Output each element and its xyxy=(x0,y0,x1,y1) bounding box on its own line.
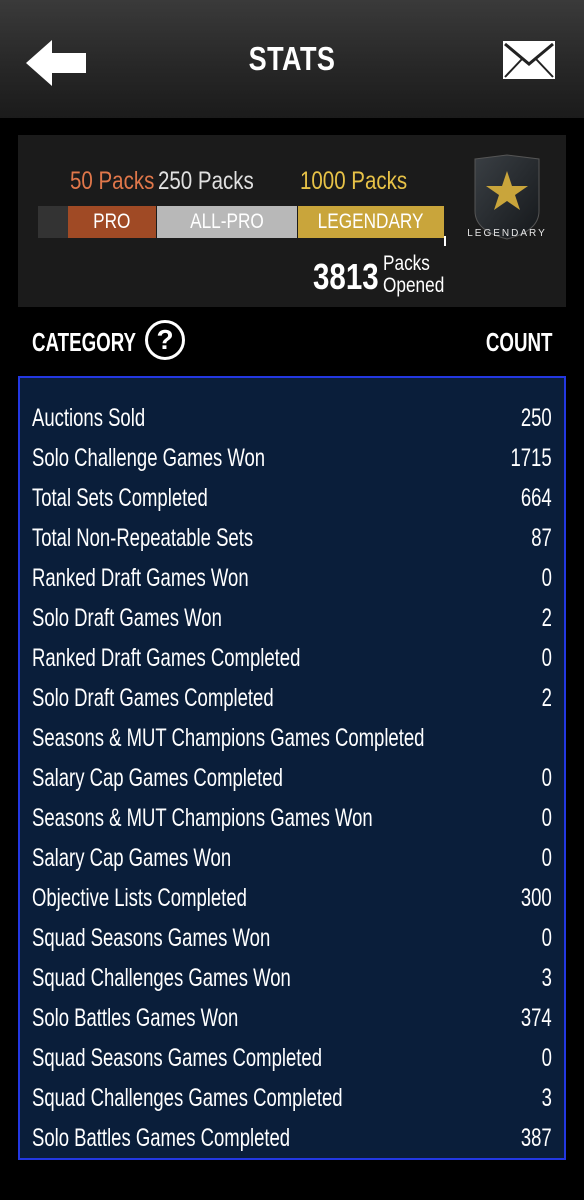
table-row: Solo Challenge Games Won 1715 xyxy=(20,438,564,478)
row-count: 387 xyxy=(521,1123,552,1152)
table-row: Solo Battles Games Completed 387 xyxy=(20,1118,564,1158)
table-row: Ranked Draft Games Completed 0 xyxy=(20,638,564,678)
row-count: 0 xyxy=(541,563,552,592)
progress-bar-allpro: ALL-PRO xyxy=(157,206,297,238)
table-row: Ranked Draft Games Won 0 xyxy=(20,558,564,598)
table-row: Seasons & MUT Champions Games Won 0 xyxy=(20,798,564,838)
count-column-header: COUNT xyxy=(485,327,552,357)
mail-button[interactable] xyxy=(502,40,556,80)
row-count: 2 xyxy=(541,603,552,632)
table-row: Solo Draft Games Won 2 xyxy=(20,598,564,638)
progress-bar-legendary: LEGENDARY xyxy=(298,206,444,238)
row-category: Squad Challenges Games Completed xyxy=(32,1083,343,1112)
progress-bar-pro: PRO xyxy=(68,206,156,238)
tier-allpro-packs-label: 250 Packs xyxy=(158,167,254,195)
row-category: Total Sets Completed xyxy=(32,483,208,512)
row-category: Objective Lists Completed xyxy=(32,883,247,912)
table-row: Squad Challenges Games Completed 3 xyxy=(20,1078,564,1118)
row-category: Solo Battles Games Completed xyxy=(32,1123,291,1152)
row-count: 87 xyxy=(531,523,552,552)
row-category: Ranked Draft Games Completed xyxy=(32,643,301,672)
row-count: 0 xyxy=(541,763,552,792)
pack-progress-panel: 50 Packs 250 Packs 1000 Packs PRO ALL-PR… xyxy=(18,135,566,307)
row-count: 0 xyxy=(541,843,552,872)
table-row: Objective Lists Completed 300 xyxy=(20,878,564,918)
table-row: Total Non-Repeatable Sets 87 xyxy=(20,518,564,558)
row-category: Ranked Draft Games Won xyxy=(32,563,249,592)
tier-pro-packs-label: 50 Packs xyxy=(70,167,155,195)
page-title: STATS xyxy=(248,40,336,77)
row-count: 0 xyxy=(541,923,552,952)
row-count: 3 xyxy=(541,1083,552,1112)
row-count: 300 xyxy=(521,883,552,912)
packs-opened-label-line2: Opened xyxy=(383,274,445,297)
row-count: 0 xyxy=(541,1043,552,1072)
row-category: Seasons & MUT Champions Games Completed xyxy=(32,723,425,752)
row-category: Solo Draft Games Won xyxy=(32,603,222,632)
row-count: 2 xyxy=(541,683,552,712)
progress-bar-legendary-label: LEGENDARY xyxy=(318,210,424,233)
mail-icon xyxy=(503,41,555,79)
row-count: 1715 xyxy=(510,443,552,472)
row-category: Squad Seasons Games Completed xyxy=(32,1043,323,1072)
tier-legendary-packs-label: 1000 Packs xyxy=(300,167,408,195)
row-count: 374 xyxy=(521,1003,552,1032)
packs-opened-label: Packs Opened xyxy=(383,253,444,297)
stats-list[interactable]: Auctions Sold 250 Solo Challenge Games Wo… xyxy=(18,376,566,1160)
packs-opened-label-line1: Packs xyxy=(383,252,430,275)
progress-bar-allpro-label: ALL-PRO xyxy=(190,210,264,233)
table-row: Auctions Sold 250 xyxy=(20,398,564,438)
table-row: Solo Draft Games Completed 2 xyxy=(20,678,564,718)
row-category: Total Non-Repeatable Sets xyxy=(32,523,254,552)
table-row xyxy=(20,378,564,388)
row-category: Salary Cap Games Won xyxy=(32,843,232,872)
table-row: Salary Cap Games Won 0 xyxy=(20,838,564,878)
row-category: Seasons & MUT Champions Games Won xyxy=(32,803,373,832)
progress-bar-start xyxy=(38,206,68,238)
packs-opened-count: 3813 xyxy=(313,256,379,297)
row-count: 0 xyxy=(541,643,552,672)
row-count: 3 xyxy=(541,963,552,992)
table-row: Salary Cap Games Completed 0 xyxy=(20,758,564,798)
progress-bar-pro-label: PRO xyxy=(93,210,131,233)
row-category: Auctions Sold xyxy=(32,403,146,432)
category-column-header: CATEGORY xyxy=(32,327,137,357)
table-row: Total Sets Completed 664 xyxy=(20,478,564,518)
row-category: Squad Seasons Games Won xyxy=(32,923,271,952)
table-row: Squad Challenges Games Won 3 xyxy=(20,958,564,998)
row-count: 0 xyxy=(541,803,552,832)
progress-marker xyxy=(444,236,446,246)
table-row: Squad Seasons Games Won 0 xyxy=(20,918,564,958)
row-category: Salary Cap Games Completed xyxy=(32,763,283,792)
row-category: Solo Challenge Games Won xyxy=(32,443,266,472)
row-category: Solo Battles Games Won xyxy=(32,1003,239,1032)
table-row: Seasons & MUT Champions Games Completed0 xyxy=(20,718,564,758)
help-button[interactable]: ? xyxy=(145,320,185,360)
row-count: 250 xyxy=(521,403,552,432)
row-category: Squad Challenges Games Won xyxy=(32,963,291,992)
badge-label: LEGENDARY xyxy=(467,228,547,239)
table-row: Squad Seasons Games Completed 0 xyxy=(20,1038,564,1078)
row-category: Solo Draft Games Completed xyxy=(32,683,274,712)
header-bar: STATS xyxy=(0,0,584,118)
row-count: 664 xyxy=(521,483,552,512)
table-row: Solo Battles Games Won 374 xyxy=(20,998,564,1038)
